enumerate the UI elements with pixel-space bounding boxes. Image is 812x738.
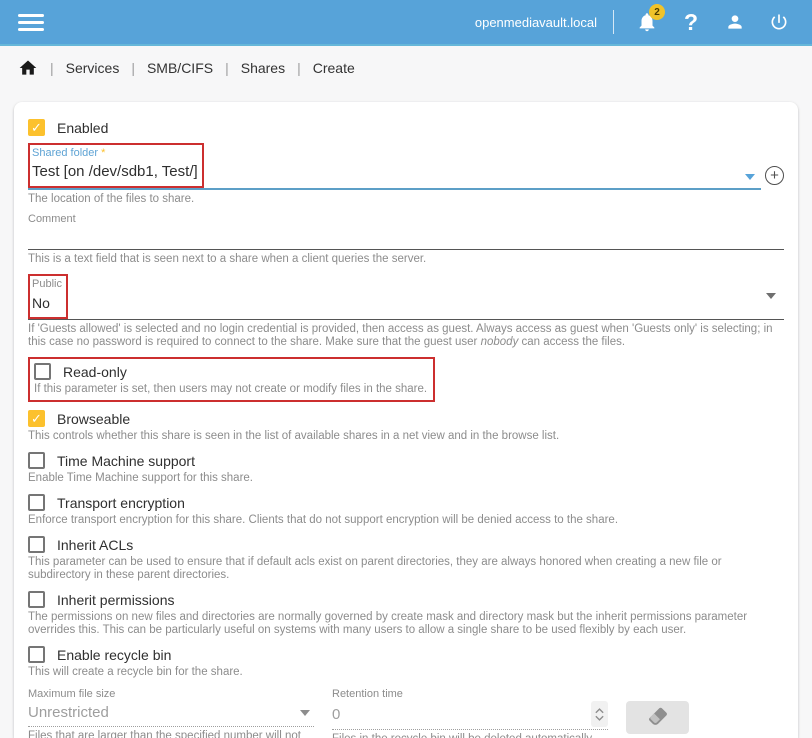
hostname-label: openmediavault.local [475, 15, 597, 30]
required-marker: * [101, 147, 105, 159]
time-machine-label: Time Machine support [57, 453, 195, 469]
inherit-permissions-hint: The permissions on new files and directo… [28, 611, 784, 637]
user-button[interactable] [716, 3, 754, 41]
enabled-label: Enabled [57, 120, 108, 136]
browseable-hint: This controls whether this share is seen… [28, 430, 784, 443]
menu-icon[interactable] [18, 14, 44, 31]
shared-folder-select[interactable]: Test [on /dev/sdb1, Test/] [32, 160, 198, 185]
enable-recycle-bin-label: Enable recycle bin [57, 647, 171, 663]
help-button[interactable]: ? [672, 3, 710, 41]
home-icon[interactable] [18, 58, 38, 78]
shared-folder-label: Shared folder * [32, 147, 198, 160]
person-icon [725, 12, 745, 32]
public-select[interactable]: No [32, 291, 62, 316]
inherit-permissions-checkbox[interactable] [28, 591, 45, 608]
time-machine-hint: Enable Time Machine support for this sha… [28, 472, 784, 485]
read-only-checkbox[interactable] [34, 363, 51, 380]
comment-label: Comment [28, 213, 784, 226]
read-only-hint: If this parameter is set, then users may… [34, 383, 427, 396]
breadcrumb-item-shares[interactable]: Shares [241, 60, 285, 76]
create-share-form: ✓ Enabled Shared folder * Test [on /dev/… [14, 102, 798, 738]
notification-badge: 2 [649, 4, 665, 20]
inherit-acls-hint: This parameter can be used to ensure tha… [28, 556, 784, 582]
breadcrumb: | Services | SMB/CIFS | Shares | Create [0, 46, 812, 90]
inherit-permissions-label: Inherit permissions [57, 592, 175, 608]
breadcrumb-separator: | [225, 60, 229, 76]
header-divider [613, 10, 614, 34]
public-label: Public [32, 278, 62, 291]
eraser-icon [647, 705, 669, 730]
inherit-acls-label: Inherit ACLs [57, 537, 133, 553]
breadcrumb-item-services[interactable]: Services [66, 60, 120, 76]
comment-input[interactable] [28, 226, 784, 250]
top-bar: openmediavault.local 2 ? [0, 0, 812, 46]
breadcrumb-item-smbcifs[interactable]: SMB/CIFS [147, 60, 213, 76]
breadcrumb-item-create[interactable]: Create [313, 60, 355, 76]
chevron-down-icon[interactable] [300, 710, 310, 716]
inherit-acls-checkbox[interactable] [28, 536, 45, 553]
read-only-label: Read-only [63, 364, 127, 380]
time-machine-checkbox[interactable] [28, 452, 45, 469]
browseable-label: Browseable [57, 411, 130, 427]
public-hint: If 'Guests allowed' is selected and no l… [28, 323, 784, 349]
breadcrumb-separator: | [50, 60, 54, 76]
question-icon: ? [684, 11, 698, 34]
chevron-down-icon [594, 715, 605, 722]
max-file-size-field: Maximum file size Unrestricted Files tha… [28, 688, 314, 738]
comment-hint: This is a text field that is seen next t… [28, 253, 784, 266]
retention-time-input[interactable]: 0 [332, 703, 591, 728]
max-file-size-hint: Files that are larger than the specified… [28, 730, 314, 738]
check-icon: ✓ [31, 121, 42, 134]
breadcrumb-separator: | [131, 60, 135, 76]
retention-time-field: Retention time 0 Files in the recycle bi… [332, 688, 608, 738]
transport-encryption-label: Transport encryption [57, 495, 185, 511]
retention-time-hint: Files in the recycle bin will be deleted… [332, 733, 608, 738]
retention-time-label: Retention time [332, 688, 608, 701]
clear-button[interactable] [626, 701, 689, 734]
annotation-box-shared-folder: Shared folder * Test [on /dev/sdb1, Test… [28, 143, 204, 188]
chevron-down-icon[interactable] [745, 174, 755, 180]
annotation-box-public: Public No [28, 274, 68, 319]
power-button[interactable] [760, 3, 798, 41]
notifications-button[interactable]: 2 [628, 3, 666, 41]
annotation-box-read-only: Read-only If this parameter is set, then… [28, 357, 435, 402]
enable-recycle-bin-hint: This will create a recycle bin for the s… [28, 666, 784, 679]
enabled-checkbox[interactable]: ✓ [28, 119, 45, 136]
browseable-checkbox[interactable]: ✓ [28, 410, 45, 427]
plus-icon: + [770, 168, 779, 183]
transport-encryption-checkbox[interactable] [28, 494, 45, 511]
transport-encryption-hint: Enforce transport encryption for this sh… [28, 514, 784, 527]
enable-recycle-bin-checkbox[interactable] [28, 646, 45, 663]
chevron-up-icon [594, 707, 605, 714]
add-shared-folder-button[interactable]: + [765, 166, 784, 185]
power-icon [769, 12, 789, 32]
max-file-size-select[interactable]: Unrestricted [28, 701, 300, 726]
max-file-size-label: Maximum file size [28, 688, 314, 701]
number-stepper[interactable] [591, 701, 608, 727]
check-icon: ✓ [31, 412, 42, 425]
breadcrumb-separator: | [297, 60, 301, 76]
chevron-down-icon[interactable] [766, 293, 776, 299]
shared-folder-hint: The location of the files to share. [28, 193, 784, 206]
